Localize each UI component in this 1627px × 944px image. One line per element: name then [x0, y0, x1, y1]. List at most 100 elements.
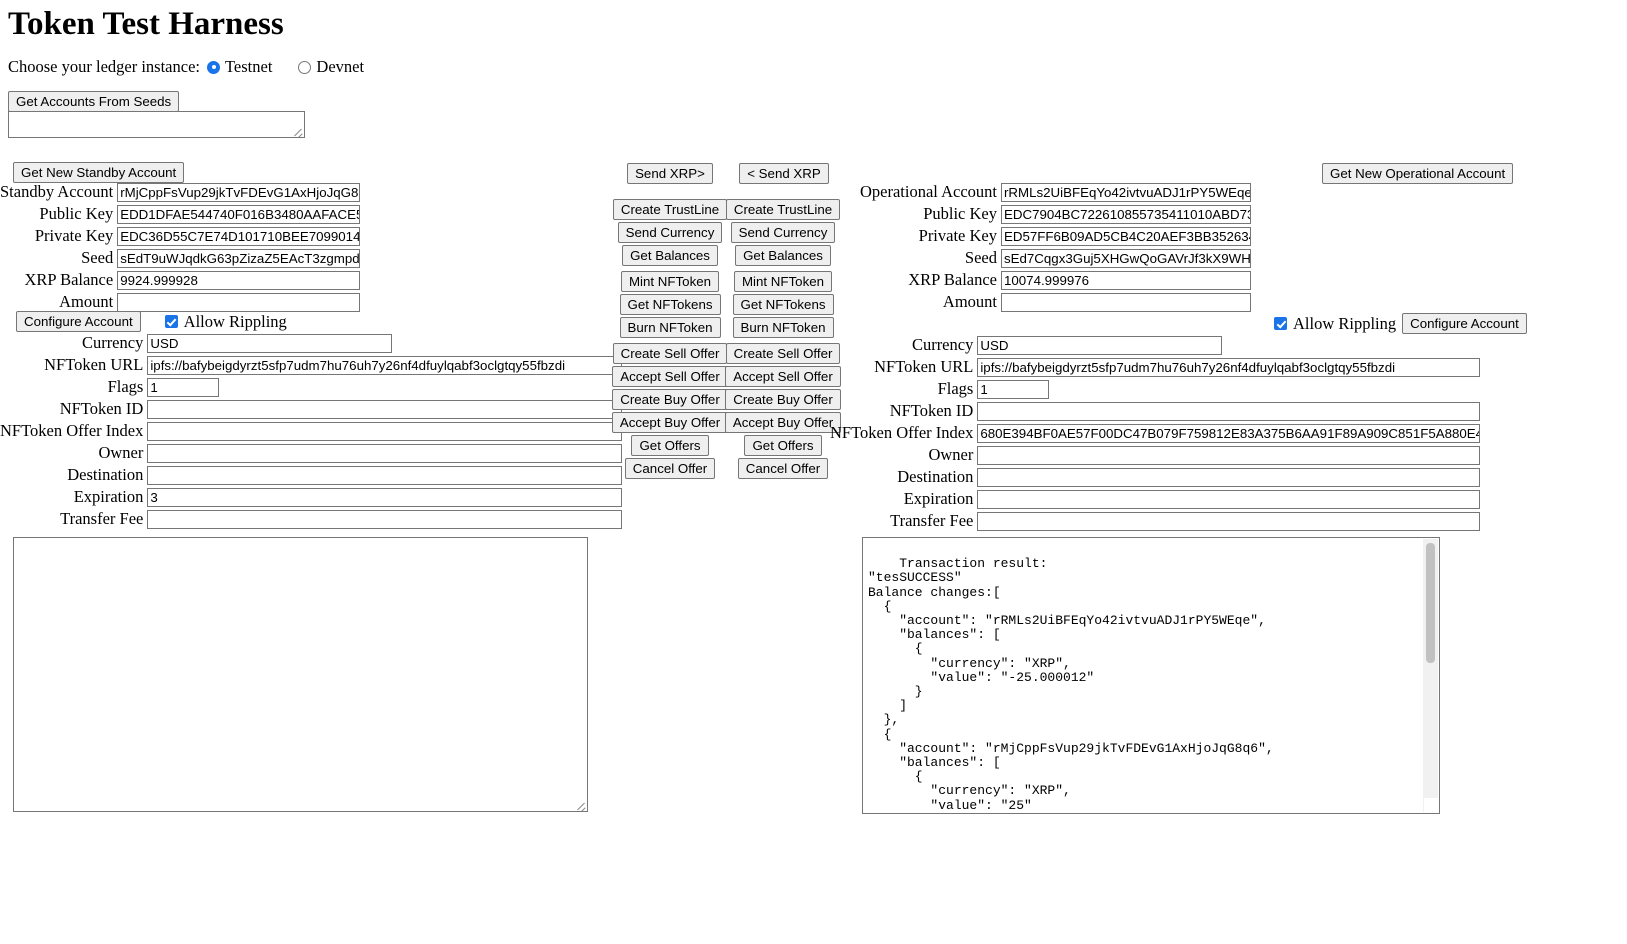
- operational-send-currency-button[interactable]: Send Currency: [730, 222, 836, 243]
- operational-flags-input[interactable]: 1: [977, 379, 1050, 399]
- standby-currency-input[interactable]: USD: [147, 333, 393, 353]
- standby-account-input[interactable]: rMjCppFsVup29jkTvFDEvG1AxHjoJqG8q6: [117, 182, 361, 202]
- operational-account-form: Operational Account rRMLs2UiBFEqYo42ivtv…: [860, 182, 1251, 312]
- operational-expiration-label: Expiration: [903, 489, 974, 508]
- operational-accept-buy-offer-button[interactable]: Accept Buy Offer: [724, 412, 842, 433]
- standby-create-buy-offer-button[interactable]: Create Buy Offer: [612, 389, 728, 410]
- operational-transfer-fee-input[interactable]: [977, 511, 1481, 531]
- operational-create-trustline-button[interactable]: Create TrustLine: [725, 199, 841, 220]
- resize-grip-icon[interactable]: [1424, 798, 1439, 813]
- standby-get-balances-button[interactable]: Get Balances: [622, 245, 718, 266]
- standby-expiration-label: Expiration: [73, 487, 144, 506]
- operational-xrp-balance-label: XRP Balance: [908, 270, 997, 289]
- standby-actions-column: Send XRP>: [626, 163, 714, 186]
- operational-currency-label: Currency: [911, 335, 974, 354]
- standby-log-textarea[interactable]: [13, 537, 588, 812]
- standby-nftoken-id-input[interactable]: [147, 399, 623, 419]
- operational-nftoken-url-label: NFToken URL: [874, 357, 974, 376]
- standby-expiration-input[interactable]: 3: [147, 487, 623, 507]
- standby-configure-row: Configure Account Allow Rippling: [16, 311, 287, 332]
- standby-nftoken-url-label: NFToken URL: [44, 355, 144, 374]
- standby-currency-label: Currency: [81, 333, 144, 352]
- standby-xrp-balance-label: XRP Balance: [24, 270, 114, 289]
- standby-token-form: Currency USD NFToken URL ipfs://bafybeig…: [0, 333, 623, 529]
- operational-amount-input[interactable]: [1001, 292, 1251, 312]
- send-xrp-right-button[interactable]: Send XRP>: [627, 163, 713, 184]
- operational-destination-input[interactable]: [977, 467, 1481, 487]
- resize-grip-icon[interactable]: [574, 798, 586, 810]
- radio-devnet[interactable]: [298, 60, 312, 74]
- operational-configure-account-button[interactable]: Configure Account: [1402, 313, 1527, 334]
- operational-allow-rippling-checkbox[interactable]: [1274, 317, 1287, 330]
- result-scrollbar-track[interactable]: [1423, 539, 1438, 812]
- get-new-operational-account-button[interactable]: Get New Operational Account: [1322, 163, 1514, 184]
- standby-create-trustline-button[interactable]: Create TrustLine: [612, 199, 728, 220]
- standby-xrp-balance-input[interactable]: 9924.999928: [117, 270, 361, 290]
- radio-testnet-label[interactable]: Testnet: [225, 57, 272, 77]
- operational-nftoken-id-input[interactable]: [977, 401, 1481, 421]
- standby-create-sell-offer-button[interactable]: Create Sell Offer: [612, 343, 728, 364]
- standby-get-offers-button[interactable]: Get Offers: [631, 435, 709, 456]
- standby-configure-account-button[interactable]: Configure Account: [16, 311, 141, 332]
- operational-burn-nftoken-button[interactable]: Burn NFToken: [732, 317, 834, 338]
- standby-accept-buy-offer-button[interactable]: Accept Buy Offer: [611, 412, 729, 433]
- standby-seed-input[interactable]: sEdT9uWJqdkG63pZizaZ5EAcT3zgmpd: [117, 248, 361, 268]
- app-root: Token Test Harness Choose your ledger in…: [0, 0, 1627, 944]
- standby-cancel-offer-button[interactable]: Cancel Offer: [624, 458, 716, 479]
- operational-transfer-fee-label: Transfer Fee: [890, 511, 974, 530]
- standby-burn-nftoken-button[interactable]: Burn NFToken: [619, 317, 721, 338]
- standby-accept-sell-offer-button[interactable]: Accept Sell Offer: [612, 366, 728, 387]
- standby-allow-rippling-checkbox[interactable]: [164, 315, 178, 328]
- standby-account-form: Standby Account rMjCppFsVup29jkTvFDEvG1A…: [0, 182, 383, 312]
- operational-get-nftokens-button[interactable]: Get NFTokens: [732, 294, 834, 315]
- operational-private-key-input[interactable]: ED57FF6B09AD5CB4C20AEF3BB3526344E8A9B0C1…: [1001, 226, 1251, 246]
- standby-send-currency-button[interactable]: Send Currency: [617, 222, 723, 243]
- get-new-standby-account-button[interactable]: Get New Standby Account: [13, 162, 185, 183]
- seeds-textarea[interactable]: sEdT9uWJqdkG63pZizaZ5EAcT3zgmpd sEd7Cqgx…: [8, 111, 305, 138]
- operational-mint-nftoken-button[interactable]: Mint NFToken: [733, 271, 833, 292]
- radio-testnet[interactable]: [207, 60, 220, 74]
- standby-nftoken-url-input[interactable]: ipfs://bafybeigdyrzt5sfp7udm7hu76uh7y26n…: [147, 355, 623, 375]
- send-xrp-left-button[interactable]: < Send XRP: [739, 163, 829, 184]
- page-title: Token Test Harness: [8, 6, 284, 42]
- standby-private-key-input[interactable]: EDC36D55C7E74D101710BEE7099014B0E0A1B2C3…: [117, 226, 361, 246]
- operational-nftoken-offer-index-input[interactable]: 680E394BF0AE57F00DC47B079F759812E83A375B…: [977, 423, 1481, 443]
- operational-expiration-input[interactable]: [977, 489, 1481, 509]
- operational-public-key-input[interactable]: EDC7904BC722610855735411010ABD73AC1F2B3C…: [1001, 204, 1251, 224]
- operational-currency-input[interactable]: USD: [977, 335, 1223, 355]
- operational-nftoken-url-input[interactable]: ipfs://bafybeigdyrzt5sfp7udm7hu76uh7y26n…: [977, 357, 1481, 377]
- get-accounts-from-seeds-button[interactable]: Get Accounts From Seeds: [8, 91, 180, 112]
- operational-actions-column: < Send XRP: [739, 163, 829, 186]
- standby-account-label: Standby Account: [0, 182, 114, 201]
- standby-destination-input[interactable]: [147, 465, 623, 485]
- operational-nftoken-id-label: NFToken ID: [889, 401, 974, 420]
- operational-cancel-offer-button[interactable]: Cancel Offer: [737, 458, 829, 479]
- standby-nftoken-offer-index-input[interactable]: [147, 421, 623, 441]
- operational-trustline-actions: Create TrustLine Send Currency Get Balan…: [725, 199, 841, 268]
- standby-flags-input[interactable]: 1: [147, 377, 220, 397]
- standby-get-nftokens-button[interactable]: Get NFTokens: [619, 294, 721, 315]
- operational-accept-sell-offer-button[interactable]: Accept Sell Offer: [725, 366, 841, 387]
- operational-amount-label: Amount: [942, 292, 997, 311]
- operational-owner-input[interactable]: [977, 445, 1481, 465]
- standby-mint-nftoken-button[interactable]: Mint NFToken: [620, 271, 720, 292]
- operational-get-offers-button[interactable]: Get Offers: [744, 435, 822, 456]
- transaction-result-textarea[interactable]: Transaction result: "tesSUCCESS" Balance…: [862, 537, 1440, 814]
- operational-seed-input[interactable]: sEd7Cqgx3Guj5XHGwQoGAVrJf3kX9WH: [1001, 248, 1251, 268]
- standby-transfer-fee-label: Transfer Fee: [60, 509, 144, 528]
- operational-create-sell-offer-button[interactable]: Create Sell Offer: [725, 343, 841, 364]
- operational-get-balances-button[interactable]: Get Balances: [735, 245, 831, 266]
- standby-owner-input[interactable]: [147, 443, 623, 463]
- standby-amount-input[interactable]: [117, 292, 361, 312]
- result-scrollbar-thumb[interactable]: [1426, 543, 1435, 663]
- standby-owner-label: Owner: [98, 443, 144, 462]
- operational-account-input[interactable]: rRMLs2UiBFEqYo42ivtvuADJ1rPY5WEqe: [1001, 182, 1251, 202]
- transaction-result-text: Transaction result: "tesSUCCESS" Balance…: [868, 556, 1274, 813]
- operational-create-buy-offer-button[interactable]: Create Buy Offer: [725, 389, 841, 410]
- operational-flags-label: Flags: [937, 379, 974, 398]
- operational-xrp-balance-input[interactable]: 10074.999976: [1001, 270, 1251, 290]
- radio-devnet-label[interactable]: Devnet: [316, 57, 364, 77]
- standby-public-key-input[interactable]: EDD1DFAE544740F016B3480AAFACE54EC7B1AEFD…: [117, 204, 361, 224]
- standby-transfer-fee-input[interactable]: [147, 509, 623, 529]
- resize-grip-icon[interactable]: [291, 124, 303, 136]
